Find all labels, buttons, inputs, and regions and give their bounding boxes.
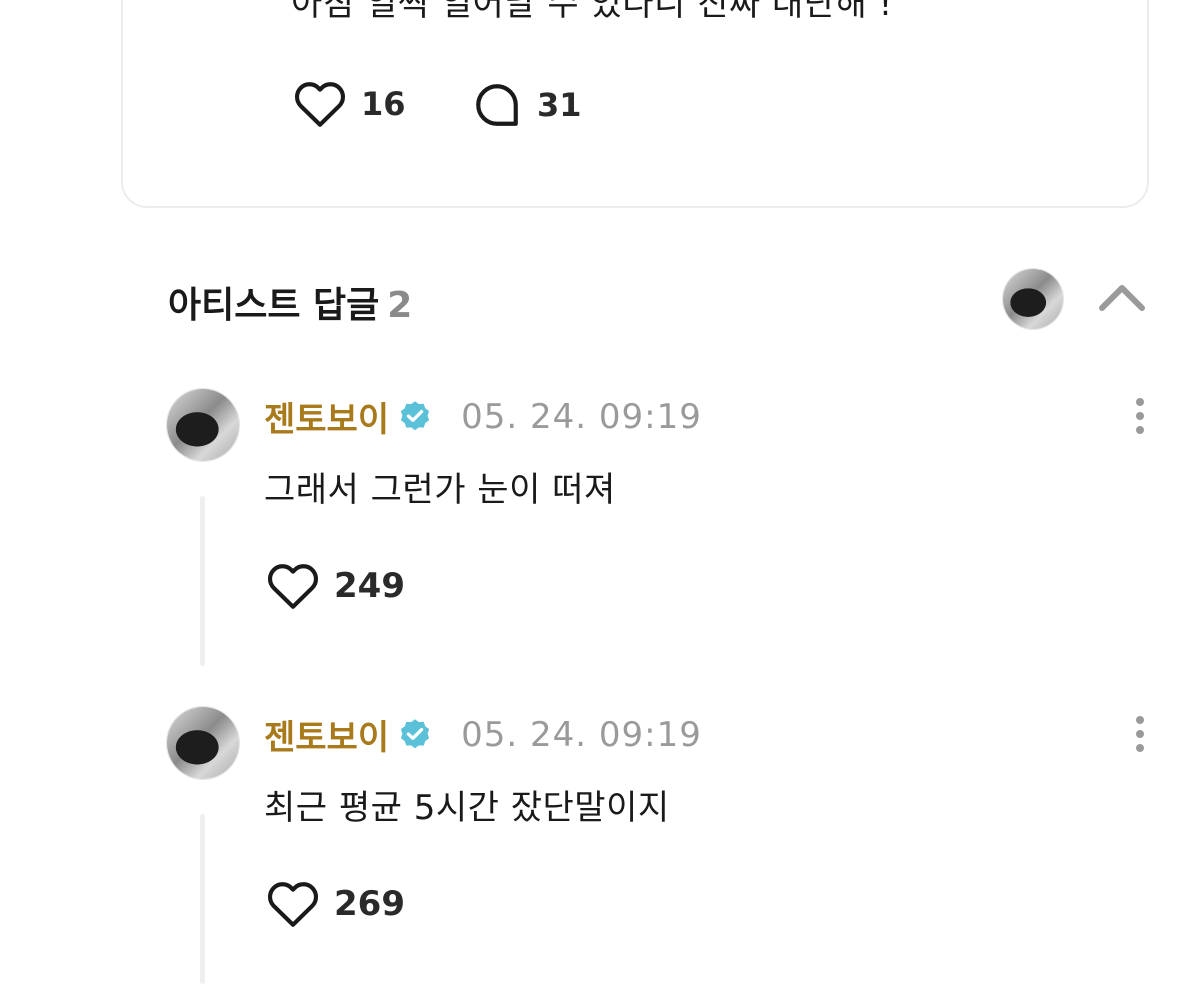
verified-icon: [397, 399, 433, 435]
artist-replies-header: 아티스트 답글 2: [168, 276, 412, 328]
reply-author-avatar-image: [167, 707, 239, 779]
reply-timestamp: 05. 24. 09:19: [461, 396, 702, 437]
reply-meta: 젠토보이 05. 24. 09:19: [264, 710, 702, 759]
artist-avatar-image: [1003, 269, 1063, 329]
artist-avatar[interactable]: [1002, 268, 1064, 330]
artist-reply: 젠토보이 05. 24. 09:19 그래서 그런가 눈이 떠져 249: [0, 388, 1200, 688]
reply-timestamp: 05. 24. 09:19: [461, 714, 702, 755]
reply-author-name[interactable]: 젠토보이: [264, 710, 389, 759]
post-comment-button[interactable]: 31: [471, 80, 582, 130]
post-like-button[interactable]: 16: [293, 80, 406, 128]
reply-text: 최근 평균 5시간 잤단말이지: [264, 788, 670, 828]
post-like-count: 16: [361, 85, 406, 123]
thread-line: [200, 814, 205, 984]
heart-icon: [267, 882, 319, 927]
reply-meta: 젠토보이 05. 24. 09:19: [264, 392, 702, 441]
more-vertical-icon: [1130, 398, 1150, 434]
reply-like-button[interactable]: 249: [266, 562, 405, 610]
post-text: 아침 일찍 일어날 수 있다니 진짜 대단해 !: [291, 0, 893, 24]
more-options-button[interactable]: [1130, 716, 1150, 756]
collapse-replies-button[interactable]: [1098, 280, 1146, 318]
heart-icon: [294, 82, 346, 127]
reply-author-avatar-image: [167, 389, 239, 461]
reply-author-avatar[interactable]: [166, 706, 240, 780]
more-vertical-icon: [1130, 716, 1150, 752]
heart-icon: [267, 564, 319, 609]
reply-text: 그래서 그런가 눈이 떠져: [264, 470, 616, 510]
verified-icon: [397, 717, 433, 753]
artist-replies-count: 2: [387, 285, 413, 326]
more-options-button[interactable]: [1130, 398, 1150, 438]
chevron-up-icon: [1099, 285, 1145, 311]
post-card: 아침 일찍 일어날 수 있다니 진짜 대단해 ! 16 31: [121, 0, 1149, 208]
reply-author-name[interactable]: 젠토보이: [264, 392, 389, 441]
artist-reply: 젠토보이 05. 24. 09:19 최근 평균 5시간 잤단말이지 269: [0, 706, 1200, 1006]
artist-replies-title: 아티스트 답글: [168, 285, 380, 326]
reply-like-button[interactable]: 269: [266, 880, 405, 928]
reply-like-count: 269: [334, 884, 405, 924]
post-comment-count: 31: [537, 86, 582, 124]
reply-like-count: 249: [334, 566, 405, 606]
comment-icon: [476, 84, 518, 126]
thread-line: [200, 496, 205, 666]
reply-author-avatar[interactable]: [166, 388, 240, 462]
